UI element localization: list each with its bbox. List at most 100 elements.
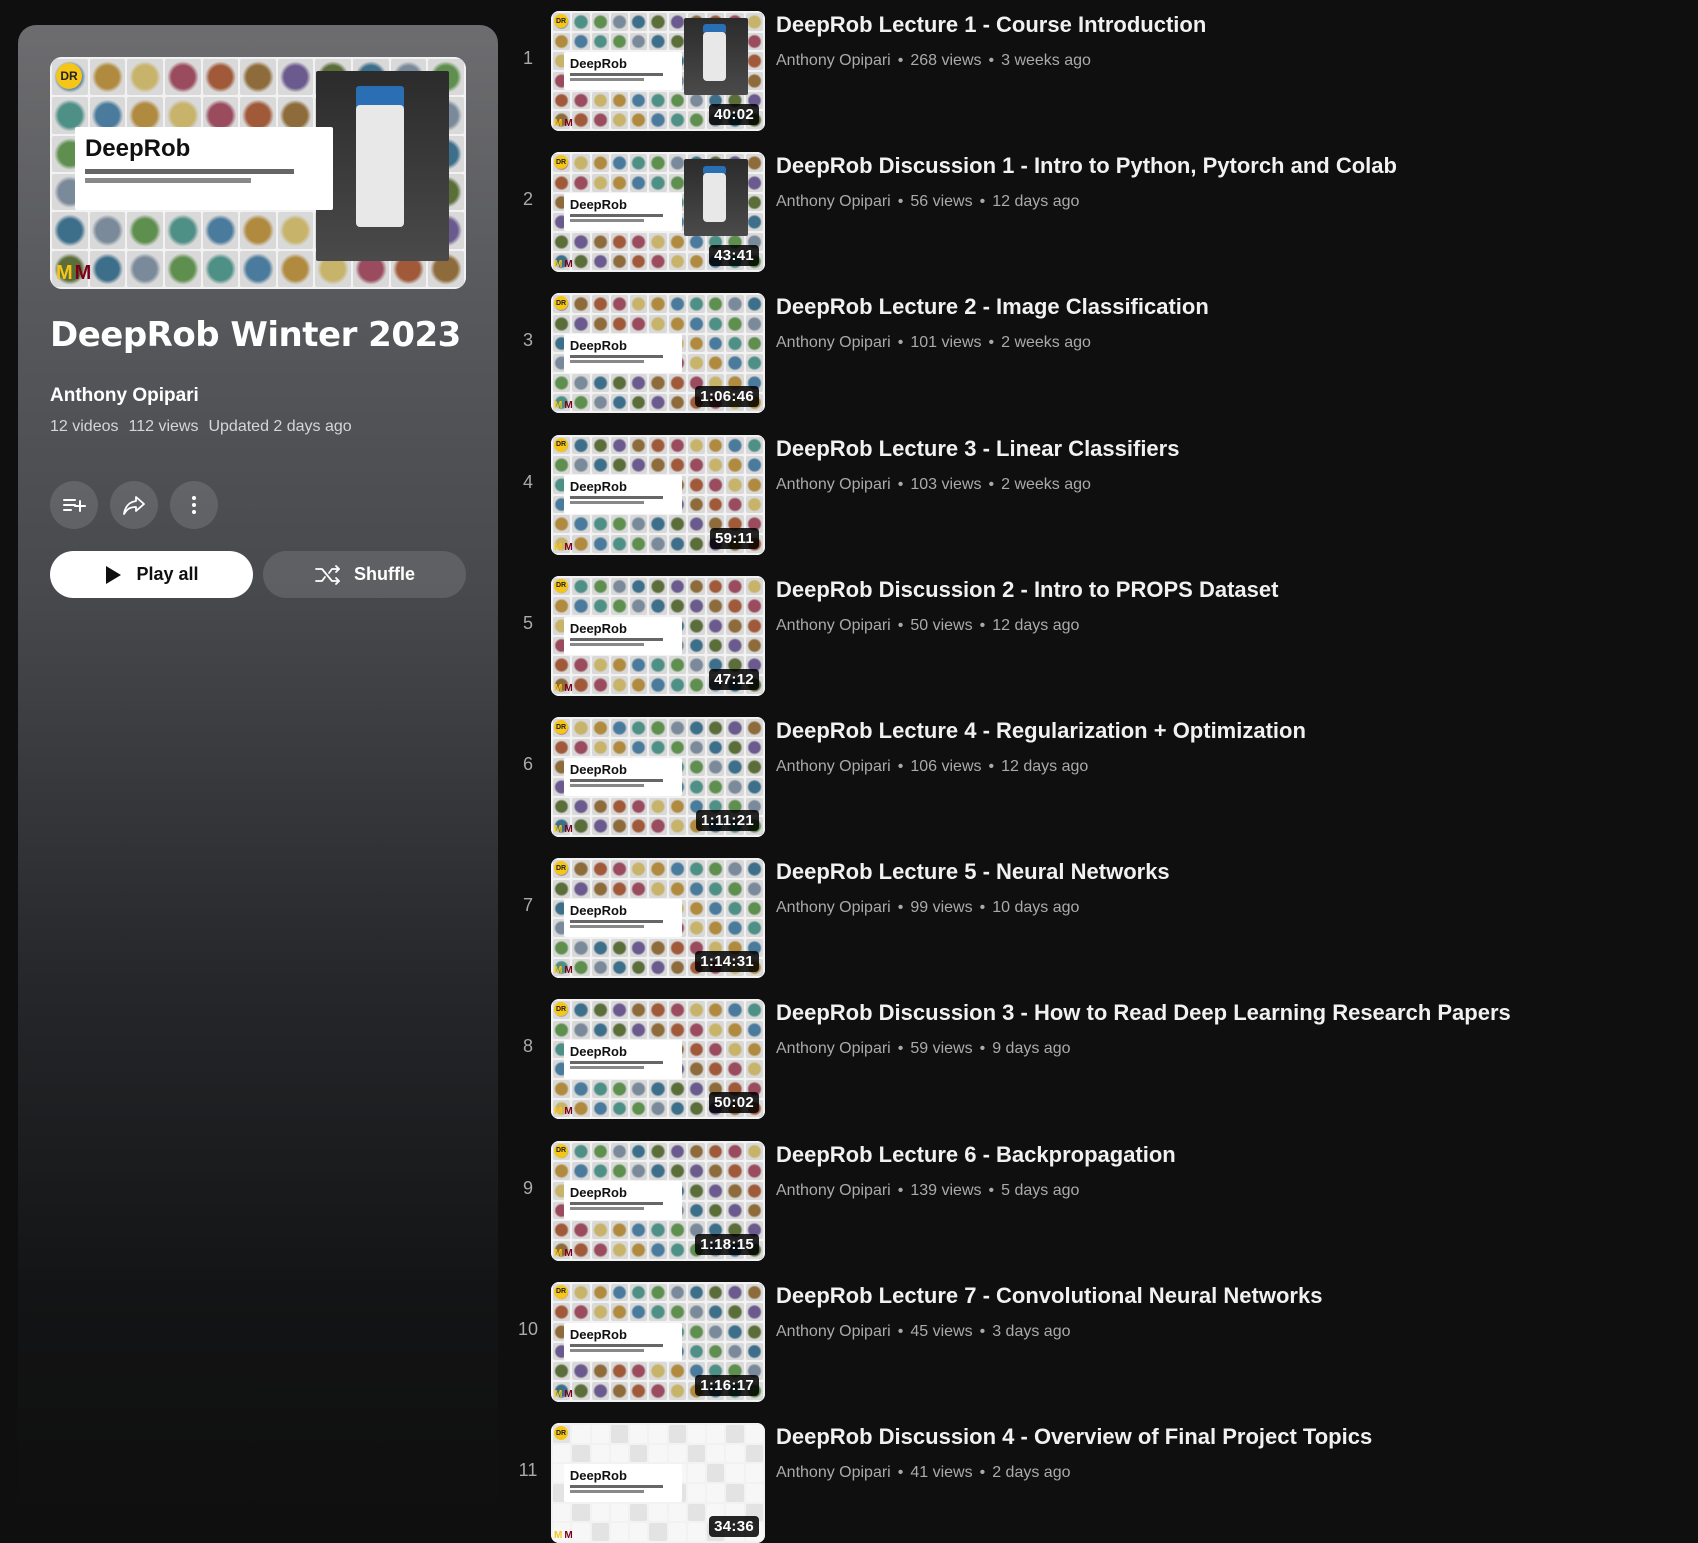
thumbnail-subtitle-line — [569, 1066, 644, 1070]
video-thumbnail[interactable]: DeepRob DR MM 1:06:46 — [551, 293, 765, 414]
thumbnail-tile — [726, 1162, 744, 1180]
playlist-video-row[interactable]: 11 DeepRob DR MM 34:36 DeepRob Discussio… — [510, 1412, 1690, 1543]
thumbnail-tile — [164, 212, 201, 249]
thumbnail-tile — [610, 295, 629, 314]
robot-photo — [683, 159, 748, 237]
video-channel[interactable]: Anthony Opipari — [776, 899, 891, 917]
playlist-video-row[interactable]: 9 DeepRob DR MM 1:18:15 DeepRob Lecture … — [510, 1130, 1690, 1261]
video-title[interactable]: DeepRob Discussion 4 - Overview of Final… — [776, 1424, 1372, 1450]
video-meta: Anthony Opipari • 99 views • 10 days ago — [776, 899, 1079, 917]
playlist-video-row[interactable]: 7 DeepRob DR MM 1:14:31 DeepRob Lecture … — [510, 847, 1690, 979]
video-title[interactable]: DeepRob Discussion 1 - Intro to Python, … — [776, 153, 1397, 179]
thumbnail-tile — [591, 676, 609, 694]
video-title[interactable]: DeepRob Discussion 3 - How to Read Deep … — [776, 1000, 1511, 1026]
video-thumbnail[interactable]: DeepRob DR MM 1:16:17 — [551, 1281, 765, 1402]
thumbnail-tile — [610, 1142, 629, 1161]
thumbnail-tile — [707, 334, 725, 353]
thumbnail-tile — [630, 860, 648, 878]
video-channel[interactable]: Anthony Opipari — [776, 476, 891, 494]
video-channel[interactable]: Anthony Opipari — [776, 334, 891, 352]
thumbnail-tile — [687, 1162, 706, 1180]
video-title[interactable]: DeepRob Lecture 7 - Convolutional Neural… — [776, 1283, 1322, 1309]
video-thumbnail[interactable]: DeepRob DR MM 1:18:15 — [551, 1140, 765, 1261]
thumbnail-tile — [687, 1323, 706, 1341]
thumbnail-tile — [668, 1382, 686, 1400]
thumbnail-tile — [610, 1283, 629, 1302]
video-channel[interactable]: Anthony Opipari — [776, 758, 891, 776]
video-channel[interactable]: Anthony Opipari — [776, 617, 891, 635]
video-thumbnail[interactable]: DeepRob DR MM 47:12 — [551, 575, 765, 696]
playlist-video-row[interactable]: 8 DeepRob DR MM 50:02 DeepRob Discussion… — [510, 988, 1690, 1120]
video-thumbnail[interactable]: DeepRob DR MM 34:36 — [551, 1423, 765, 1543]
video-thumbnail[interactable]: DeepRob DR MM 43:41 — [551, 152, 765, 273]
playlist-video-row[interactable]: 6 DeepRob DR MM 1:11:21 DeepRob Lecture … — [510, 706, 1690, 837]
michigan-logo: M — [554, 965, 563, 977]
thumbnail-subtitle-line — [569, 1202, 663, 1206]
thumbnail-tile — [610, 232, 629, 251]
video-age: 10 days ago — [992, 899, 1080, 917]
playlist-thumbnail[interactable]: DeepRob DR MM — [50, 57, 466, 289]
thumbnail-tile — [726, 295, 744, 314]
thumbnail-tile — [687, 1021, 706, 1039]
minnesota-logo: M — [564, 965, 573, 977]
thumbnail-tile — [687, 295, 706, 314]
thumbnail-tile — [591, 1444, 609, 1463]
playlist-owner[interactable]: Anthony Opipari — [50, 385, 199, 407]
thumbnail-tile — [610, 577, 629, 596]
separator-dot: • — [979, 899, 986, 917]
playlist-video-row[interactable]: 2 DeepRob DR MM 43:41 DeepRob Discussion… — [510, 141, 1690, 273]
video-thumbnail[interactable]: DeepRob DR MM 59:11 — [551, 434, 765, 555]
video-title[interactable]: DeepRob Lecture 1 - Course Introduction — [776, 12, 1206, 38]
thumbnail-tile — [630, 13, 648, 31]
thumbnail-tile — [553, 1303, 571, 1322]
video-thumbnail[interactable]: DeepRob DR MM 50:02 — [551, 999, 765, 1120]
thumbnail-tile — [745, 1001, 763, 1020]
video-title[interactable]: DeepRob Lecture 5 - Neural Networks — [776, 859, 1170, 885]
thumbnail-tile — [649, 797, 667, 816]
video-title[interactable]: DeepRob Lecture 6 - Backpropagation — [776, 1142, 1176, 1168]
thumbnail-tile — [745, 899, 763, 918]
video-title[interactable]: DeepRob Discussion 2 - Intro to PROPS Da… — [776, 577, 1278, 603]
thumbnail-tile — [277, 250, 314, 287]
video-thumbnail[interactable]: DeepRob DR MM 1:14:31 — [551, 858, 765, 979]
thumbnail-tile — [610, 719, 629, 737]
video-thumbnail[interactable]: DeepRob DR MM 1:11:21 — [551, 717, 765, 837]
thumbnail-tile — [745, 758, 763, 776]
playlist-video-row[interactable]: 10 DeepRob DR MM 1:16:17 DeepRob Lecture… — [510, 1271, 1690, 1402]
save-playlist-button[interactable] — [50, 481, 98, 529]
video-channel[interactable]: Anthony Opipari — [776, 1323, 891, 1341]
play-all-button[interactable]: Play all — [50, 551, 253, 598]
video-title[interactable]: DeepRob Lecture 4 - Regularization + Opt… — [776, 718, 1306, 744]
video-thumbnail[interactable]: DeepRob DR MM 40:02 — [551, 11, 765, 131]
thumbnail-tile — [707, 315, 725, 333]
video-channel[interactable]: Anthony Opipari — [776, 1182, 891, 1200]
thumbnail-tile — [610, 315, 629, 333]
video-channel[interactable]: Anthony Opipari — [776, 1464, 891, 1482]
playlist-video-row[interactable]: 1 DeepRob DR MM 40:02 DeepRob Lecture 1 … — [510, 0, 1690, 131]
video-channel[interactable]: Anthony Opipari — [776, 193, 891, 211]
robot-body — [356, 105, 405, 227]
playlist-video-row[interactable]: 5 DeepRob DR MM 47:12 DeepRob Discussion… — [510, 565, 1690, 696]
more-options-button[interactable] — [170, 481, 218, 529]
video-title[interactable]: DeepRob Lecture 3 - Linear Classifiers — [776, 436, 1179, 462]
thumbnail-tile — [745, 1464, 763, 1482]
video-title[interactable]: DeepRob Lecture 2 - Image Classification — [776, 294, 1209, 320]
university-logos: MM — [554, 1530, 573, 1541]
thumbnail-tile — [726, 719, 744, 737]
thumbnail-brand: DeepRob — [569, 55, 627, 71]
playlist-video-row[interactable]: 4 DeepRob DR MM 59:11 DeepRob Lecture 3 … — [510, 424, 1690, 555]
thumbnail-tile — [553, 738, 571, 757]
thumbnail-tile — [630, 1080, 648, 1098]
thumbnail-tile — [668, 1240, 686, 1259]
thumbnail-tile — [649, 1362, 667, 1381]
shuffle-button[interactable]: Shuffle — [263, 551, 466, 598]
thumbnail-tile — [668, 393, 686, 412]
video-channel[interactable]: Anthony Opipari — [776, 52, 891, 70]
thumbnail-tile — [687, 1523, 706, 1541]
thumbnail-tile — [572, 436, 590, 455]
video-duration: 43:41 — [709, 245, 759, 267]
thumbnail-tile — [745, 1162, 763, 1180]
video-channel[interactable]: Anthony Opipari — [776, 1040, 891, 1058]
share-button[interactable] — [110, 481, 158, 529]
playlist-video-row[interactable]: 3 DeepRob DR MM 1:06:46 DeepRob Lecture … — [510, 282, 1690, 414]
